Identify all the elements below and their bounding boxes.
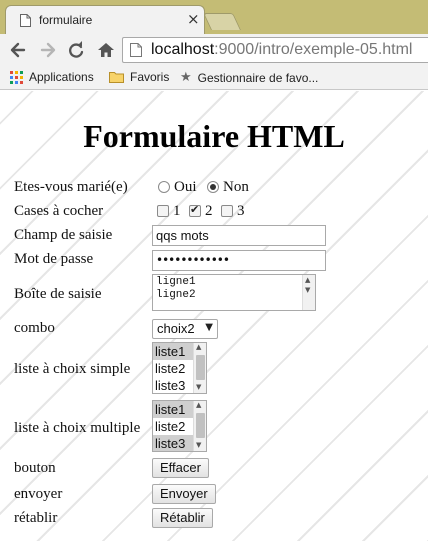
close-icon[interactable]: × xyxy=(187,10,200,28)
text-field-input[interactable] xyxy=(152,225,326,246)
apps-grid-icon xyxy=(10,70,23,84)
bookmark-label: Gestionnaire de favo... xyxy=(197,70,319,85)
checkbox-1[interactable] xyxy=(157,205,169,217)
list-scrollbar[interactable]: ▲ ▼ xyxy=(193,343,206,393)
page-icon xyxy=(20,14,31,27)
toolbar: localhost:9000/intro/exemple-05.html xyxy=(0,34,428,66)
bookmarks-bar: Applications Favoris ★ Gestionnaire de f… xyxy=(0,66,428,90)
star-icon: ★ xyxy=(180,70,192,85)
folder-icon xyxy=(109,72,124,83)
combo-value: choix2 xyxy=(157,321,195,336)
scroll-up-icon[interactable]: ▲ xyxy=(196,343,201,351)
reset-label: rétablir xyxy=(14,510,58,526)
submit-button[interactable]: Envoyer xyxy=(152,484,216,504)
address-bar[interactable]: localhost:9000/intro/exemple-05.html xyxy=(122,37,428,63)
list-item[interactable]: liste3 xyxy=(153,377,194,393)
combo-select[interactable]: choix2 ▼ xyxy=(152,319,218,339)
clear-button[interactable]: Effacer xyxy=(152,458,209,478)
browser-tab[interactable]: formulaire × xyxy=(5,5,205,34)
checkbox-3[interactable] xyxy=(221,205,233,217)
radio-non[interactable] xyxy=(207,181,219,193)
list-item[interactable]: liste3 xyxy=(153,435,194,451)
multi-list-label: liste à choix multiple xyxy=(14,420,141,436)
scroll-up-icon[interactable]: ▲ xyxy=(305,276,310,284)
list-item[interactable]: liste1 xyxy=(153,401,194,418)
bookmark-applications[interactable]: Applications xyxy=(10,70,94,84)
textarea-input[interactable]: ligne1 ligne2 ▲ ▼ xyxy=(152,274,316,311)
checkbox-2-label: 2 xyxy=(205,203,213,219)
single-list[interactable]: liste1 liste2 liste3 ▲ ▼ xyxy=(152,342,207,394)
textarea-line: ligne1 xyxy=(156,276,196,288)
password-mask: •••••••••••• xyxy=(156,253,230,267)
button-label: bouton xyxy=(14,460,56,476)
scroll-down-icon[interactable]: ▼ xyxy=(196,383,201,391)
scroll-up-icon[interactable]: ▲ xyxy=(196,401,201,409)
address-host: localhost xyxy=(151,41,215,58)
page-info-icon xyxy=(130,43,142,57)
radio-non-label: Non xyxy=(223,179,249,195)
password-input[interactable]: •••••••••••• xyxy=(152,250,326,271)
address-path: :9000/intro/exemple-05.html xyxy=(214,41,413,58)
back-icon[interactable] xyxy=(8,39,28,61)
new-tab-button[interactable] xyxy=(203,13,241,30)
bookmark-label: Favoris xyxy=(130,70,170,84)
checkbox-3-label: 3 xyxy=(237,203,245,219)
single-list-label: liste à choix simple xyxy=(14,361,131,377)
married-label: Etes-vous marié(e) xyxy=(14,179,128,195)
radio-oui[interactable] xyxy=(158,181,170,193)
textarea-line: ligne2 xyxy=(156,289,196,301)
scroll-thumb[interactable] xyxy=(196,413,205,438)
bookmark-label: Applications xyxy=(29,70,94,84)
scroll-thumb[interactable] xyxy=(196,355,205,380)
tab-title: formulaire xyxy=(39,13,93,27)
bookmark-manager[interactable]: ★ Gestionnaire de favo... xyxy=(180,70,318,85)
checkbox-1-label: 1 xyxy=(173,203,181,219)
text-field-label: Champ de saisie xyxy=(14,227,113,243)
chevron-down-icon: ▼ xyxy=(205,322,213,333)
textarea-label: Boîte de saisie xyxy=(14,286,102,302)
list-item[interactable]: liste1 xyxy=(153,343,194,360)
scroll-down-icon[interactable]: ▼ xyxy=(305,286,310,294)
list-item[interactable]: liste2 xyxy=(153,360,194,377)
title-bar: formulaire × xyxy=(0,0,428,34)
reset-button[interactable]: Rétablir xyxy=(152,508,213,528)
checkboxes-label: Cases à cocher xyxy=(14,203,104,219)
list-item[interactable]: liste2 xyxy=(153,418,194,435)
textarea-scrollbar[interactable]: ▲ ▼ xyxy=(302,275,315,310)
list-scrollbar[interactable]: ▲ ▼ xyxy=(193,401,206,451)
reload-icon[interactable] xyxy=(66,39,86,61)
combo-label: combo xyxy=(14,320,55,336)
page-title: Formulaire HTML xyxy=(83,118,345,154)
password-label: Mot de passe xyxy=(14,251,94,267)
checkbox-2[interactable] xyxy=(189,203,201,217)
submit-label: envoyer xyxy=(14,486,63,502)
radio-oui-label: Oui xyxy=(174,179,197,195)
bookmark-favoris[interactable]: Favoris xyxy=(109,70,169,84)
forward-icon[interactable] xyxy=(38,39,58,61)
scroll-down-icon[interactable]: ▼ xyxy=(196,441,201,449)
home-icon[interactable] xyxy=(96,39,116,61)
address-text: localhost:9000/intro/exemple-05.html xyxy=(151,41,412,59)
page-content: Formulaire HTML Etes-vous marié(e) Oui N… xyxy=(0,91,428,541)
multi-list[interactable]: liste1 liste2 liste3 ▲ ▼ xyxy=(152,400,207,452)
